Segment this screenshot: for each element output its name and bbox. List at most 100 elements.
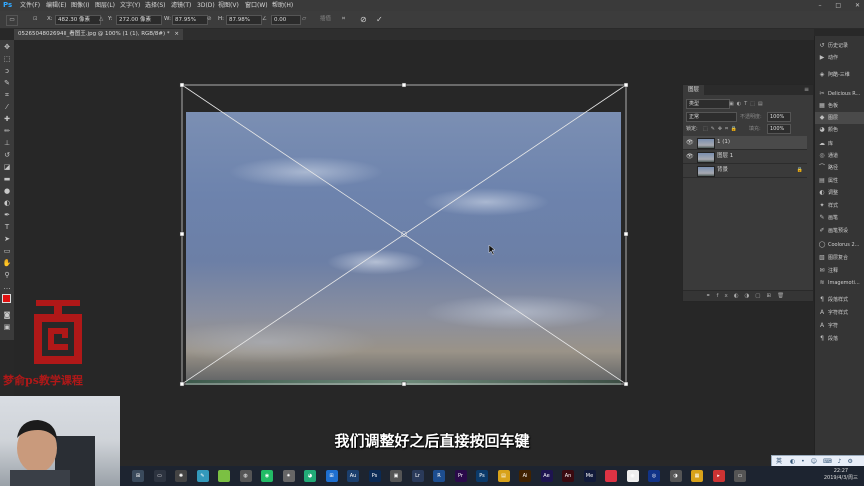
ime-mode[interactable]: 英 [776,458,782,465]
taskbar-app-icon[interactable]: ◑ [669,470,682,482]
menu-file[interactable]: 文件(F) [20,0,40,11]
taskbar-animate-icon[interactable]: An [562,470,574,482]
layer-filter-icons[interactable]: ▣◐T⬚▤ [729,99,766,109]
dock-item-channels[interactable]: ◎ 通道 [815,150,864,162]
menu-view[interactable]: 视图(V) [218,0,239,11]
taskbar-windows-app-icon[interactable]: ⊞ [325,470,338,482]
menu-edit[interactable]: 编辑(E) [46,0,66,11]
taskbar-after-effects-icon[interactable]: Ae [540,470,553,482]
menu-type[interactable]: 文字(Y) [120,0,140,11]
warp-icon[interactable]: ⌗ [342,15,345,24]
dock-item-play[interactable]: ▶ 动作 [815,52,864,64]
dock-item-brush-presets[interactable]: ✐ 画笔预设 [815,225,864,237]
menu-window[interactable]: 窗口(W) [245,0,268,11]
quick-mask-icon[interactable]: ◙ [2,310,12,320]
close-icon[interactable]: ✕ [855,2,860,9]
taskbar-photoshop-icon[interactable]: Ps [368,470,381,482]
height-field[interactable]: 87.98% [226,15,262,25]
crop-tool-icon[interactable]: ⌗ [2,90,12,100]
taskbar-audition-icon[interactable]: Au [347,470,359,482]
dock-item-brush[interactable]: ✎ 画笔 [815,212,864,224]
taskbar-app-icon[interactable]: ◍ [239,470,252,482]
y-field[interactable]: 272.00 像素 [116,15,162,25]
type-tool-icon[interactable]: T [2,222,12,232]
maximize-icon[interactable]: □ [835,2,841,9]
dock-item-scissors[interactable]: ✂ Delicious R... [815,88,864,100]
taskbar-compass-icon[interactable]: ◎ [648,470,660,482]
minimize-icon[interactable]: – [818,2,821,9]
taskbar-settings-icon[interactable]: ✷ [282,470,295,482]
taskbar-lightroom-icon[interactable]: Lr [411,470,424,482]
ime-tool-icons[interactable]: ◐•☺⌨♪⚙ [790,458,859,465]
eyedropper-tool-icon[interactable]: ⁄ [2,102,12,112]
history-brush-tool-icon[interactable]: ↺ [2,150,12,160]
dock-item-history[interactable]: ↺ 历史记录 [815,40,864,52]
menu-layer[interactable]: 图层(L) [95,0,115,11]
taskbar-tool-icon[interactable]: ✎ [196,470,209,482]
dock-item-color-wheel[interactable]: ◯ Coolorus 2... [815,239,864,251]
gradient-tool-icon[interactable]: ▬ [2,174,12,184]
dock-item-properties[interactable]: ▤ 属性 [815,175,864,187]
x-field[interactable]: 482.30 像素 [55,15,101,25]
angle-field[interactable]: 0.00 [271,15,301,25]
taskbar-app-icon[interactable]: ▣ [390,470,402,482]
dock-item-paragraph-styles[interactable]: ¶ 段落样式 [815,294,864,306]
taskbar-premiere-icon[interactable]: Pr [454,470,467,482]
menu-3d[interactable]: 3D(D) [197,0,215,11]
taskbar-globe-icon[interactable]: ◕ [304,470,316,482]
path-select-tool-icon[interactable]: ➤ [2,234,12,244]
healing-tool-icon[interactable]: ✚ [2,114,12,124]
dock-item-layer-comps[interactable]: ▧ 图层复合 [815,252,864,264]
dock-item-layers[interactable]: ◆ 图层 [815,112,864,124]
blur-tool-icon[interactable]: ● [2,186,12,196]
hand-tool-icon[interactable]: ✋ [2,258,12,268]
screen-mode-icon[interactable]: ▣ [2,322,12,332]
menu-image[interactable]: 图像(I) [71,0,89,11]
visibility-eye-off-icon[interactable]: ▫ [686,164,690,177]
system-clock[interactable]: 22:27 2019/4/3/周三 [824,468,858,482]
visibility-eye-icon[interactable]: 👁 [686,150,694,163]
taskbar-media-encoder-icon[interactable]: Me [583,470,596,482]
taskbar-start-icon[interactable]: ⊞ [132,470,144,482]
dock-item-adjustments[interactable]: ◐ 调整 [815,187,864,199]
tab-close-icon[interactable]: × [174,31,179,37]
taskbar-chrome-icon[interactable]: ◉ [626,470,639,482]
taskbar-folder-icon[interactable]: ▤ [497,470,510,482]
more-tools-icon[interactable]: … [2,282,12,292]
reference-point-icon[interactable]: ⊡ [33,15,38,24]
panel-menu-icon[interactable]: ≡ [804,85,809,95]
opacity-field[interactable]: 100% [767,112,791,122]
eraser-tool-icon[interactable]: ◪ [2,162,12,172]
link-icon[interactable]: ⊘ [207,15,212,24]
lock-icons[interactable]: ⬚✎✥⌗🔒 [703,124,740,134]
taskbar-r-app-icon[interactable]: R [433,470,445,482]
lasso-tool-icon[interactable]: ↄ [2,66,12,76]
taskbar-fan-icon[interactable]: ✺ [175,470,187,482]
taskbar-app-icon[interactable]: ▸ [712,470,725,482]
menu-select[interactable]: 选择(S) [145,0,166,11]
sky-image-layer[interactable] [186,112,621,384]
cancel-icon[interactable]: ⊘ [360,15,367,24]
dock-item-styles[interactable]: ✦ 样式 [815,200,864,212]
layer-row-1-1[interactable]: 👁 1 (1) [683,136,807,150]
width-field[interactable]: 87.95% [172,15,208,25]
blend-mode-select[interactable]: 正常 [686,112,737,122]
dock-item-library[interactable]: ☁ 库 [815,138,864,150]
layer-row-background[interactable]: ▫ 背景 🔒 [683,164,807,178]
taskbar-app-icon[interactable]: ◉ [261,470,273,482]
visibility-eye-icon[interactable]: 👁 [686,136,694,149]
dock-item-character-styles[interactable]: A 字符样式 [815,307,864,319]
taskbar-app-icon[interactable] [605,470,617,482]
tool-preset-picker[interactable]: ▭ [6,15,18,26]
dock-item-paragraph[interactable]: ¶ 段落 [815,333,864,345]
document-tab[interactable]: 0526504802694ll_看图王.jpg @ 100% (1 (1), R… [14,29,184,40]
pen-tool-icon[interactable]: ✒ [2,210,12,220]
marquee-tool-icon[interactable]: ⬚ [2,54,12,64]
layers-panel-footer[interactable]: ⚭fx◐◑▢⊞🗑 [683,290,813,301]
menu-help[interactable]: 帮助(H) [272,0,293,11]
taskbar-green-app-icon[interactable] [218,470,230,482]
check-icon[interactable]: ✓ [376,15,383,24]
quick-select-tool-icon[interactable]: ✎ [2,78,12,88]
menu-filter[interactable]: 滤镜(T) [171,0,191,11]
dock-item-swatches[interactable]: ▦ 色板 [815,100,864,112]
